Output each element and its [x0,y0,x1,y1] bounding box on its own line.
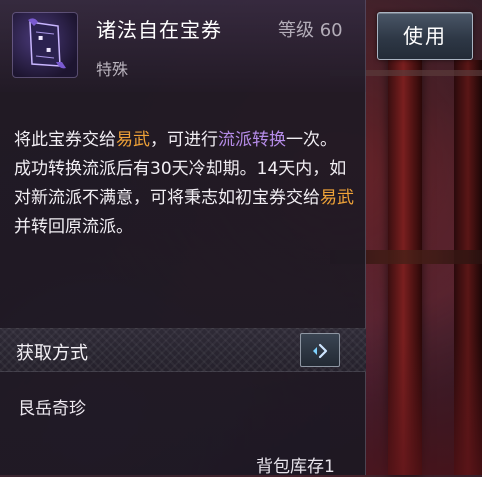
item-name: 诸法自在宝券 [96,18,222,42]
npc-name-link: 易武 [116,130,150,150]
desc-text: 成功转换流派后有30天冷却期。14天内，如对新流派不满意，可将秉志如初宝券交给 [14,159,347,208]
desc-text: 并转回原流派。 [14,217,133,237]
item-description: 将此宝券交给易武，可进行流派转换一次。 成功转换流派后有30天冷却期。14天内，… [14,126,354,242]
desc-text: ，可进行 [150,130,218,150]
item-type: 特殊 [96,60,129,79]
acquisition-source: 艮岳奇珍 [18,399,86,419]
svg-text:▪: ▪ [46,45,51,54]
acquisition-title: 获取方式 [16,343,88,364]
item-header: ▪ ▪ 诸法自在宝券 特殊 等级 60 [0,0,366,92]
description-line-2: 成功转换流派后有30天冷却期。14天内，如对新流派不满意，可将秉志如初宝券交给易… [14,155,354,242]
item-tooltip-panel: ▪ ▪ 诸法自在宝券 特殊 等级 60 将此宝券交给易武，可进行流派转换一次。 … [0,0,366,477]
description-line-1: 将此宝券交给易武，可进行流派转换一次。 [14,126,354,155]
desc-text: 一次。 [286,130,337,150]
acquisition-section-header: 获取方式 [0,328,366,372]
use-button[interactable]: 使用 [377,12,473,60]
acquisition-goto-button[interactable] [300,333,340,367]
keyword-highlight: 流派转换 [218,130,286,150]
inventory-stock: 背包库存1 [256,457,335,477]
desc-text: 将此宝券交给 [14,130,116,150]
item-level: 等级 60 [278,20,343,41]
scroll-ticket-icon: ▪ ▪ [12,12,78,78]
npc-name-link: 易武 [320,188,354,208]
svg-text:▪: ▪ [38,33,43,42]
chevron-right-icon [313,343,328,359]
